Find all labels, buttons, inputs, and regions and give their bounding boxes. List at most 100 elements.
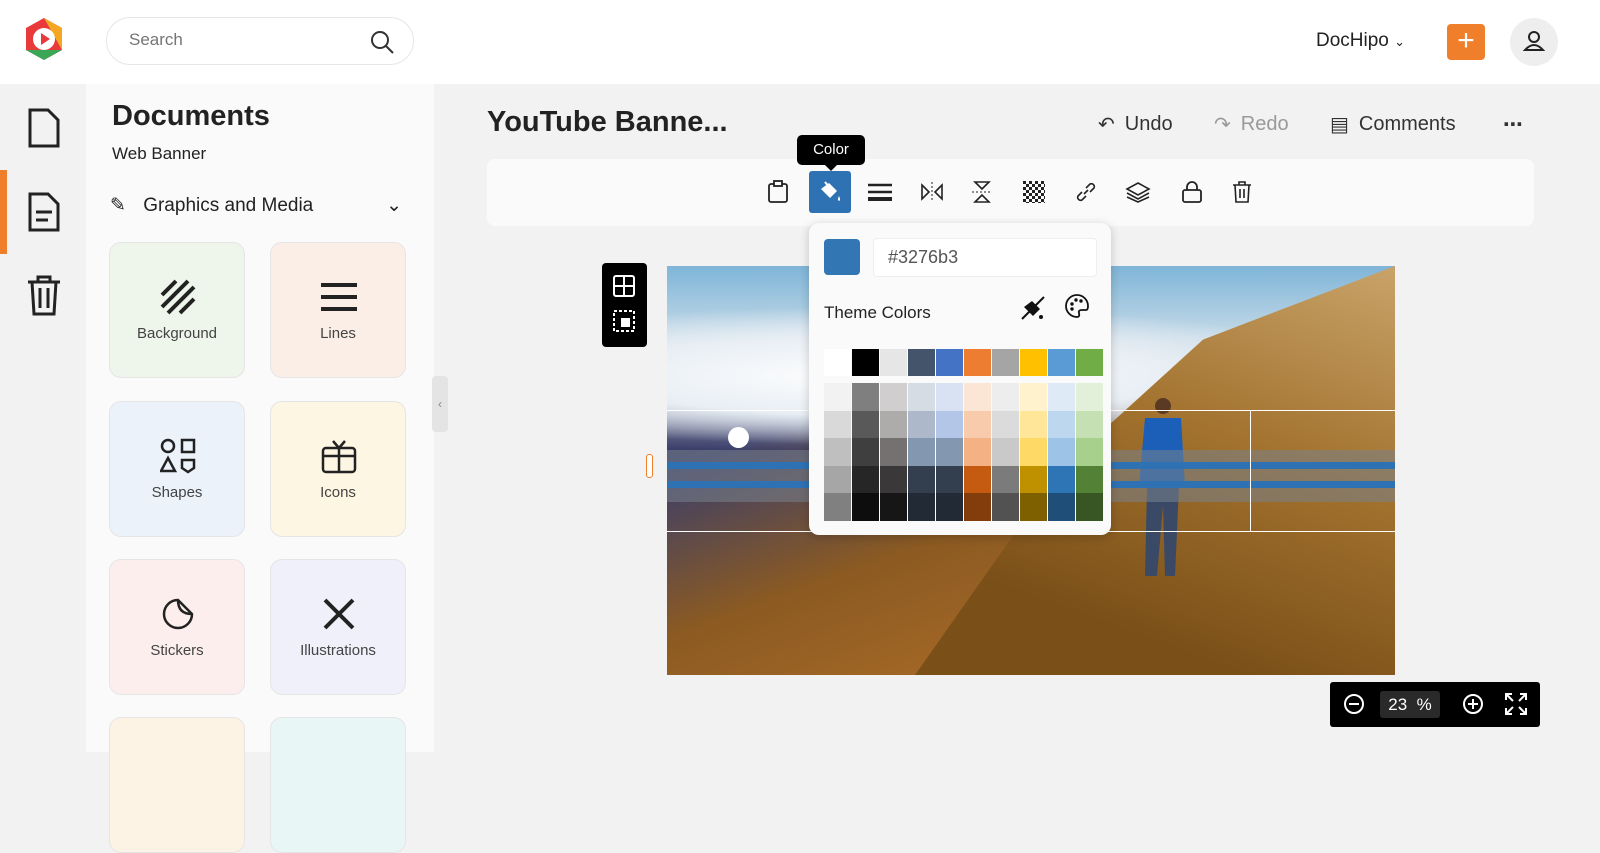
shade-swatch[interactable] bbox=[824, 493, 851, 521]
shade-swatch[interactable] bbox=[936, 410, 963, 439]
shade-swatch[interactable] bbox=[964, 493, 991, 521]
shade-swatch[interactable] bbox=[824, 438, 851, 466]
shade-swatch[interactable] bbox=[880, 383, 907, 411]
shade-swatch[interactable] bbox=[908, 410, 935, 439]
color-swatch[interactable] bbox=[1020, 349, 1047, 376]
card-background[interactable]: Background bbox=[109, 242, 245, 378]
color-swatch[interactable] bbox=[1048, 349, 1075, 376]
shade-swatch[interactable] bbox=[880, 410, 907, 439]
palette-icon[interactable] bbox=[1064, 293, 1090, 319]
shade-swatch[interactable] bbox=[964, 465, 991, 494]
category-dropdown[interactable]: ✎ Graphics and Media ⌄ bbox=[110, 194, 414, 222]
shade-swatch[interactable] bbox=[992, 465, 1019, 494]
shade-swatch[interactable] bbox=[1076, 438, 1103, 466]
card-stickers[interactable]: Stickers bbox=[109, 559, 245, 695]
shade-swatch[interactable] bbox=[1048, 438, 1075, 466]
account-menu[interactable]: DocHipo ⌄ bbox=[1316, 30, 1405, 52]
color-swatch[interactable] bbox=[880, 349, 907, 376]
no-fill-icon[interactable] bbox=[1020, 295, 1046, 321]
shade-swatch[interactable] bbox=[852, 438, 879, 466]
shade-swatch[interactable] bbox=[1048, 493, 1075, 521]
trash-icon[interactable] bbox=[24, 274, 64, 318]
search-box[interactable] bbox=[106, 17, 414, 65]
shade-swatch[interactable] bbox=[964, 410, 991, 439]
card-lines[interactable]: Lines bbox=[270, 242, 406, 378]
card-more[interactable] bbox=[270, 717, 406, 853]
zoom-level[interactable]: 23 % bbox=[1380, 691, 1440, 718]
shade-swatch[interactable] bbox=[1020, 410, 1047, 439]
shade-swatch[interactable] bbox=[1076, 465, 1103, 494]
shade-swatch[interactable] bbox=[908, 383, 935, 411]
shade-swatch[interactable] bbox=[1048, 383, 1075, 411]
fill-color-icon[interactable] bbox=[809, 171, 851, 213]
shade-swatch[interactable] bbox=[992, 438, 1019, 466]
hex-color-input[interactable] bbox=[873, 238, 1097, 277]
color-swatch[interactable] bbox=[936, 349, 963, 376]
shade-swatch[interactable] bbox=[1020, 493, 1047, 521]
line-style-icon[interactable] bbox=[859, 171, 901, 213]
shade-swatch[interactable] bbox=[964, 383, 991, 411]
card-icons[interactable]: Icons bbox=[270, 401, 406, 537]
zoom-in-icon[interactable] bbox=[1462, 693, 1484, 715]
shade-swatch[interactable] bbox=[824, 410, 851, 439]
color-swatch[interactable] bbox=[992, 349, 1019, 376]
zoom-out-icon[interactable] bbox=[1343, 693, 1365, 715]
add-button[interactable]: + bbox=[1447, 24, 1485, 60]
color-swatch[interactable] bbox=[908, 349, 935, 376]
shade-swatch[interactable] bbox=[824, 383, 851, 411]
search-icon[interactable] bbox=[369, 29, 395, 55]
search-input[interactable] bbox=[129, 30, 349, 50]
delete-icon[interactable] bbox=[1221, 171, 1263, 213]
shade-swatch[interactable] bbox=[852, 465, 879, 494]
color-swatch[interactable] bbox=[852, 349, 879, 376]
color-swatch[interactable] bbox=[964, 349, 991, 376]
shade-swatch[interactable] bbox=[1048, 465, 1075, 494]
shade-swatch[interactable] bbox=[908, 438, 935, 466]
lock-icon[interactable] bbox=[1171, 171, 1213, 213]
color-swatch[interactable] bbox=[824, 349, 851, 376]
shade-swatch[interactable] bbox=[1020, 383, 1047, 411]
rotate-handle[interactable] bbox=[728, 427, 749, 448]
transparency-icon[interactable] bbox=[1013, 171, 1055, 213]
shade-swatch[interactable] bbox=[1076, 383, 1103, 411]
link-icon[interactable] bbox=[1065, 171, 1107, 213]
shade-swatch[interactable] bbox=[1020, 465, 1047, 494]
shade-swatch[interactable] bbox=[992, 493, 1019, 521]
shade-swatch[interactable] bbox=[908, 493, 935, 521]
dochipo-logo[interactable] bbox=[22, 16, 66, 62]
color-swatch[interactable] bbox=[1076, 349, 1103, 376]
shade-swatch[interactable] bbox=[992, 383, 1019, 411]
shade-swatch[interactable] bbox=[992, 410, 1019, 439]
shade-swatch[interactable] bbox=[852, 383, 879, 411]
user-avatar-button[interactable] bbox=[1510, 18, 1558, 66]
comments-button[interactable]: ▤ Comments bbox=[1330, 112, 1456, 137]
card-shapes[interactable]: Shapes bbox=[109, 401, 245, 537]
flip-vertical-icon[interactable] bbox=[961, 171, 1003, 213]
card-illustrations[interactable]: Illustrations bbox=[270, 559, 406, 695]
shade-swatch[interactable] bbox=[1076, 410, 1103, 439]
grid-icon[interactable] bbox=[613, 275, 635, 297]
undo-button[interactable]: ↶ Undo bbox=[1098, 112, 1173, 137]
fullscreen-icon[interactable] bbox=[1505, 693, 1527, 715]
shade-swatch[interactable] bbox=[1076, 493, 1103, 521]
resize-handle[interactable] bbox=[646, 454, 653, 478]
new-document-icon[interactable] bbox=[24, 106, 64, 150]
shade-swatch[interactable] bbox=[908, 465, 935, 494]
clipboard-icon[interactable] bbox=[757, 171, 799, 213]
document-title[interactable]: YouTube Banne... bbox=[487, 106, 728, 139]
more-options-icon[interactable]: ⋯ bbox=[1503, 112, 1523, 137]
shade-swatch[interactable] bbox=[936, 438, 963, 466]
select-area-icon[interactable] bbox=[613, 310, 635, 332]
current-color-swatch[interactable] bbox=[824, 239, 860, 275]
shade-swatch[interactable] bbox=[936, 465, 963, 494]
collapse-panel-button[interactable]: ‹ bbox=[432, 376, 448, 432]
shade-swatch[interactable] bbox=[880, 465, 907, 494]
shade-swatch[interactable] bbox=[880, 493, 907, 521]
card-more[interactable] bbox=[109, 717, 245, 853]
shade-swatch[interactable] bbox=[824, 465, 851, 494]
shade-swatch[interactable] bbox=[1020, 438, 1047, 466]
shade-swatch[interactable] bbox=[964, 438, 991, 466]
layers-icon[interactable] bbox=[1117, 171, 1159, 213]
shade-swatch[interactable] bbox=[1048, 410, 1075, 439]
redo-button[interactable]: ↷ Redo bbox=[1214, 112, 1289, 137]
